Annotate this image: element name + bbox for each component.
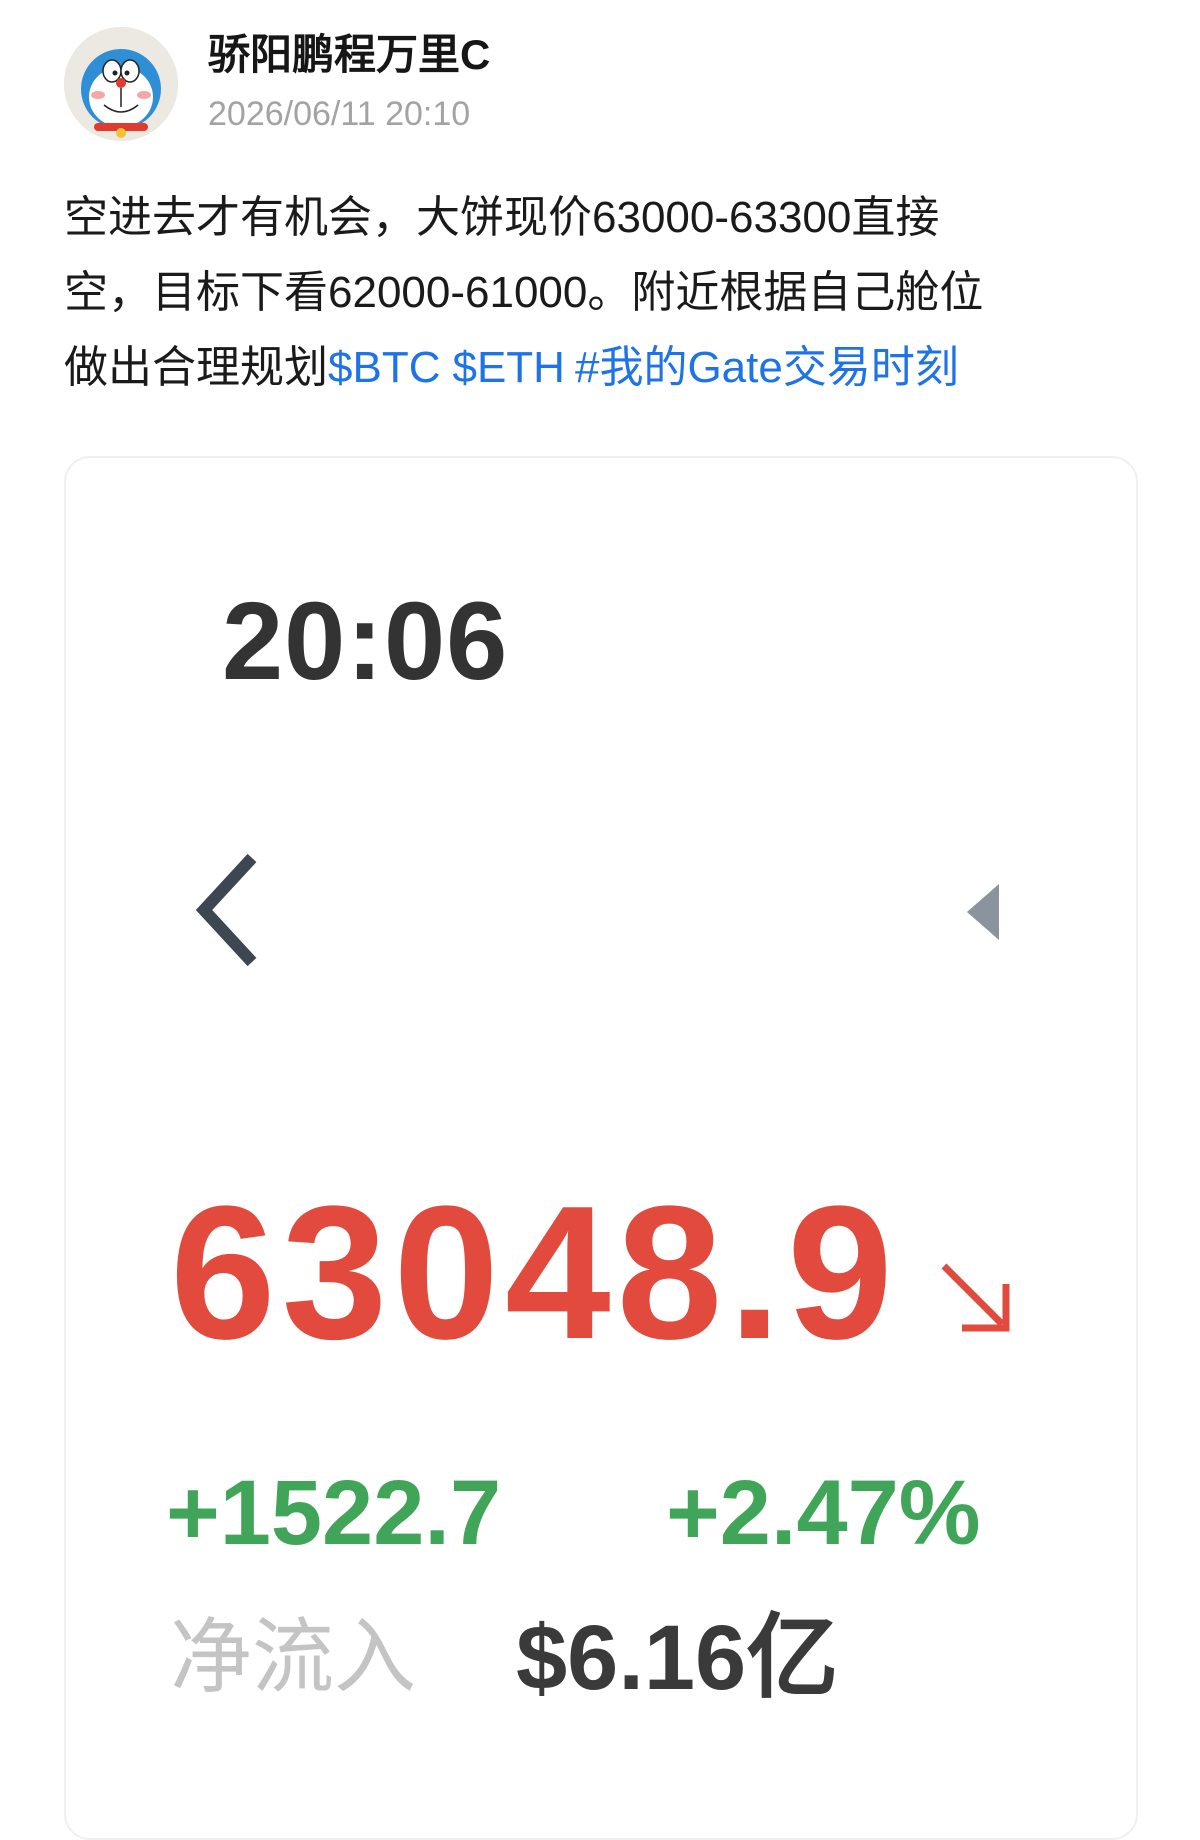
price-change-absolute: +1522.7 [166,1462,502,1564]
tag-btc-link[interactable]: $BTC [328,343,440,392]
post-text-line: 空，目标下看62000-61000。附近根据自己舱位 [64,268,984,317]
post-text-line: 做出合理规划 [64,343,328,392]
post-text-line-with-tags: 做出合理规划$BTC $ETH #我的Gate交易时刻 [64,330,1124,405]
caret-left-icon[interactable] [961,878,1011,948]
arrow-down-right-icon [941,1263,1010,1332]
net-inflow-value: $6.16亿 [516,1607,839,1709]
doraemon-avatar-icon [64,26,178,141]
post-header: 骄阳鹏程万里C 2026/06/11 20:10 [64,26,490,141]
attached-screenshot-card[interactable]: 20:06 63048.9 +1522.7 +2.47% 净流入 $6.16亿 [64,456,1138,1840]
author-name[interactable]: 骄阳鹏程万里C [208,27,490,83]
post-text-line: 空进去才有机会，大饼现价63000-63300直接 [64,193,940,242]
clock-time: 20:06 [222,580,509,703]
post-timestamp: 2026/06/11 20:10 [208,94,471,133]
chevron-left-icon[interactable] [190,848,280,978]
tag-eth-link[interactable]: $ETH [452,343,564,392]
hashtag-link[interactable]: #我的Gate交易时刻 [575,343,959,392]
current-price: 63048.9 [170,1167,899,1379]
author-meta: 骄阳鹏程万里C 2026/06/11 20:10 [208,27,490,141]
author-avatar[interactable] [64,26,178,141]
post-body: 空进去才有机会，大饼现价63000-63300直接 空，目标下看62000-61… [64,180,1124,405]
net-inflow-label: 净流入 [170,1612,417,1703]
price-change-percent: +2.47% [666,1462,981,1564]
